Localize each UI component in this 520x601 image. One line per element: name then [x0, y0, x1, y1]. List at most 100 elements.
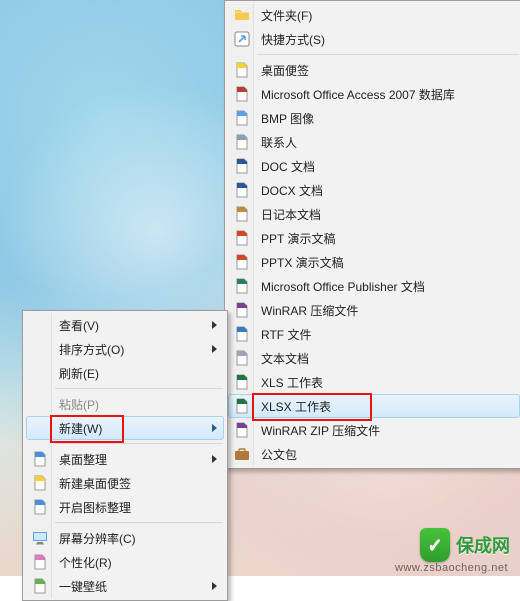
- menu-item-label: 文件夹(F): [261, 7, 312, 24]
- menu-item-label: Microsoft Office Access 2007 数据库: [261, 86, 455, 103]
- menu-separator: [55, 388, 223, 389]
- menu-item-sticky[interactable]: 桌面便签: [228, 58, 520, 82]
- menu-item-label: 一键壁纸: [59, 578, 107, 595]
- word-icon: [234, 158, 250, 174]
- menu-item-docx[interactable]: DOCX 文档: [228, 178, 520, 202]
- menu-item-label: DOCX 文档: [261, 182, 323, 199]
- note-yellow-icon: [32, 475, 48, 491]
- menu-item-label: 粘贴(P): [59, 396, 99, 413]
- menu-item-resolution[interactable]: 屏幕分辨率(C): [26, 526, 224, 550]
- menu-item-label: XLS 工作表: [261, 374, 323, 391]
- menu-item-label: 桌面整理: [59, 451, 107, 468]
- shortcut-icon: [234, 31, 250, 47]
- menu-item-sort[interactable]: 排序方式(O): [26, 337, 224, 361]
- shield-check-icon: [420, 528, 450, 562]
- menu-item-xlsx[interactable]: XLSX 工作表: [228, 394, 520, 418]
- menu-item-xls[interactable]: XLS 工作表: [228, 370, 520, 394]
- menu-item-label: 日记本文档: [261, 206, 321, 223]
- menu-item-label: 刷新(E): [59, 365, 99, 382]
- menu-item-shortcut[interactable]: 快捷方式(S): [228, 27, 520, 51]
- menu-item-new-note[interactable]: 新建桌面便签: [26, 471, 224, 495]
- chevron-right-icon: [212, 455, 217, 463]
- menu-item-rtf[interactable]: RTF 文件: [228, 322, 520, 346]
- menu-item-label: 快捷方式(S): [261, 31, 325, 48]
- menu-item-label: WinRAR 压缩文件: [261, 302, 358, 319]
- menu-item-label: 个性化(R): [59, 554, 112, 571]
- menu-item-bmp[interactable]: BMP 图像: [228, 106, 520, 130]
- menu-item-view[interactable]: 查看(V): [26, 313, 224, 337]
- menu-item-label: 文本文档: [261, 350, 309, 367]
- access-icon: [234, 86, 250, 102]
- chevron-right-icon: [212, 345, 217, 353]
- menu-item-label: 公文包: [261, 446, 297, 463]
- folder-icon: [234, 7, 250, 23]
- watermark-url: www.zsbaocheng.net: [395, 562, 508, 574]
- menu-item-contact[interactable]: 联系人: [228, 130, 520, 154]
- menu-item-label: 新建(W): [59, 420, 102, 437]
- journal-icon: [234, 206, 250, 222]
- contact-icon: [234, 134, 250, 150]
- menu-item-label: 联系人: [261, 134, 297, 151]
- menu-separator: [257, 54, 519, 55]
- tiles-icon: [32, 499, 48, 515]
- chevron-right-icon: [212, 424, 217, 432]
- menu-item-desk-arrange[interactable]: 桌面整理: [26, 447, 224, 471]
- menu-item-pptx[interactable]: PPTX 演示文稿: [228, 250, 520, 274]
- rar-icon: [234, 302, 250, 318]
- chevron-right-icon: [212, 582, 217, 590]
- menu-item-label: Microsoft Office Publisher 文档: [261, 278, 425, 295]
- menu-item-label: 排序方式(O): [59, 341, 124, 358]
- grid-icon: [32, 451, 48, 467]
- menu-item-label: RTF 文件: [261, 326, 311, 343]
- brand-text: 保成网: [456, 532, 510, 558]
- menu-item-briefcase[interactable]: 公文包: [228, 442, 520, 466]
- menu-item-start-icon-mgr[interactable]: 开启图标整理: [26, 495, 224, 519]
- bmp-icon: [234, 110, 250, 126]
- menu-item-label: 新建桌面便签: [59, 475, 131, 492]
- ppt-icon: [234, 230, 250, 246]
- rar-icon: [234, 422, 250, 438]
- rtf-icon: [234, 326, 250, 342]
- monitor-icon: [32, 530, 48, 546]
- menu-item-new[interactable]: 新建(W): [26, 416, 224, 440]
- menu-item-label: PPTX 演示文稿: [261, 254, 344, 271]
- menu-item-paste: 粘贴(P): [26, 392, 224, 416]
- menu-item-ppt[interactable]: PPT 演示文稿: [228, 226, 520, 250]
- menu-item-label: DOC 文档: [261, 158, 315, 175]
- menu-item-label: 屏幕分辨率(C): [59, 530, 136, 547]
- menu-item-folder[interactable]: 文件夹(F): [228, 3, 520, 27]
- menu-item-access[interactable]: Microsoft Office Access 2007 数据库: [228, 82, 520, 106]
- excel-icon: [234, 398, 250, 414]
- ppt-icon: [234, 254, 250, 270]
- publisher-icon: [234, 278, 250, 294]
- menu-item-rar[interactable]: WinRAR 压缩文件: [228, 298, 520, 322]
- word-icon: [234, 182, 250, 198]
- menu-item-label: XLSX 工作表: [261, 398, 331, 415]
- excel-icon: [234, 374, 250, 390]
- menu-item-label: BMP 图像: [261, 110, 314, 127]
- briefcase-icon: [234, 446, 250, 462]
- menu-separator: [55, 443, 223, 444]
- menu-item-label: PPT 演示文稿: [261, 230, 335, 247]
- menu-item-journal[interactable]: 日记本文档: [228, 202, 520, 226]
- menu-item-personalize[interactable]: 个性化(R): [26, 550, 224, 574]
- context-menu-new: 文件夹(F) 快捷方式(S) 桌面便签 Microsoft Office Access…: [224, 0, 520, 469]
- menu-item-label: 桌面便签: [261, 62, 309, 79]
- menu-item-doc[interactable]: DOC 文档: [228, 154, 520, 178]
- menu-item-refresh[interactable]: 刷新(E): [26, 361, 224, 385]
- menu-item-label: 开启图标整理: [59, 499, 131, 516]
- wallpaper-icon: [32, 578, 48, 594]
- brand-logo: 保成网: [420, 528, 510, 562]
- menu-item-txt[interactable]: 文本文档: [228, 346, 520, 370]
- menu-item-zip[interactable]: WinRAR ZIP 压缩文件: [228, 418, 520, 442]
- context-menu-desktop: 查看(V) 排序方式(O) 刷新(E) 粘贴(P) 新建(W) 桌面整理新建桌面便签开启图…: [22, 310, 228, 601]
- note-yellow-icon: [234, 62, 250, 78]
- menu-item-wallpaper[interactable]: 一键壁纸: [26, 574, 224, 598]
- chevron-right-icon: [212, 321, 217, 329]
- menu-item-pub[interactable]: Microsoft Office Publisher 文档: [228, 274, 520, 298]
- menu-item-label: WinRAR ZIP 压缩文件: [261, 422, 380, 439]
- menu-separator: [55, 522, 223, 523]
- personalize-icon: [32, 554, 48, 570]
- menu-item-label: 查看(V): [59, 317, 99, 334]
- txt-icon: [234, 350, 250, 366]
